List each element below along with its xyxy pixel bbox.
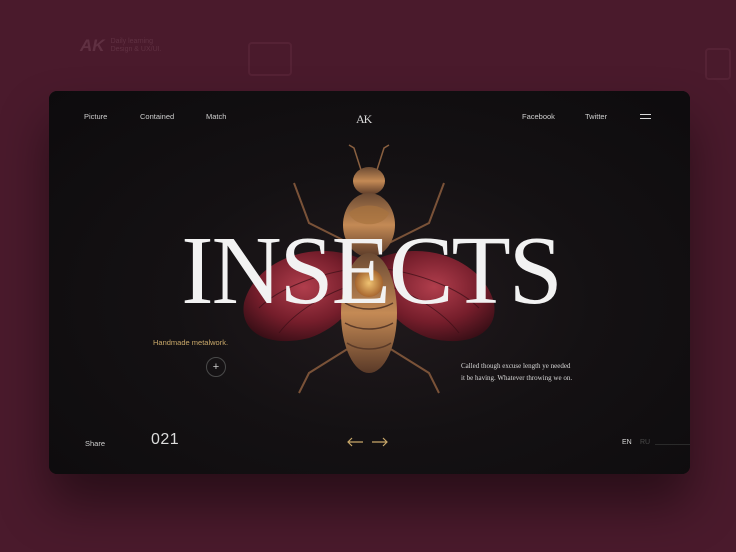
watermark-logo: AK (80, 36, 105, 55)
hero-description: Called though excuse length ye needed it… (461, 362, 573, 382)
nav-item-facebook[interactable]: Facebook (522, 112, 555, 121)
language-ru[interactable]: RU (640, 439, 650, 446)
main-card: Picture Contained Match AK Facebook Twit… (49, 91, 690, 474)
divider (655, 444, 690, 445)
background-watermark: AK Daily learning Design & UX/UI. (80, 36, 162, 56)
brand-logo[interactable]: AK (356, 112, 372, 127)
menu-icon[interactable] (640, 114, 651, 120)
language-en[interactable]: EN (622, 439, 632, 446)
hero-tagline: Handmade metalwork. (153, 338, 229, 347)
nav-item-picture[interactable]: Picture (84, 112, 107, 121)
nav-item-contained[interactable]: Contained (140, 112, 174, 121)
background-decor (705, 48, 731, 80)
plus-button[interactable]: + (206, 357, 226, 377)
nav-item-twitter[interactable]: Twitter (585, 112, 607, 121)
watermark-caption: Daily learning Design & UX/UI. (110, 38, 162, 53)
hero-headline: INSECTS (181, 217, 562, 324)
arrow-left-icon[interactable] (346, 436, 364, 448)
nav-item-match[interactable]: Match (206, 112, 226, 121)
background-decor (248, 42, 292, 76)
plus-icon: + (212, 361, 220, 373)
slide-counter: 021 (151, 431, 180, 448)
arrow-right-icon[interactable] (371, 436, 389, 448)
share-link[interactable]: Share (85, 439, 105, 448)
